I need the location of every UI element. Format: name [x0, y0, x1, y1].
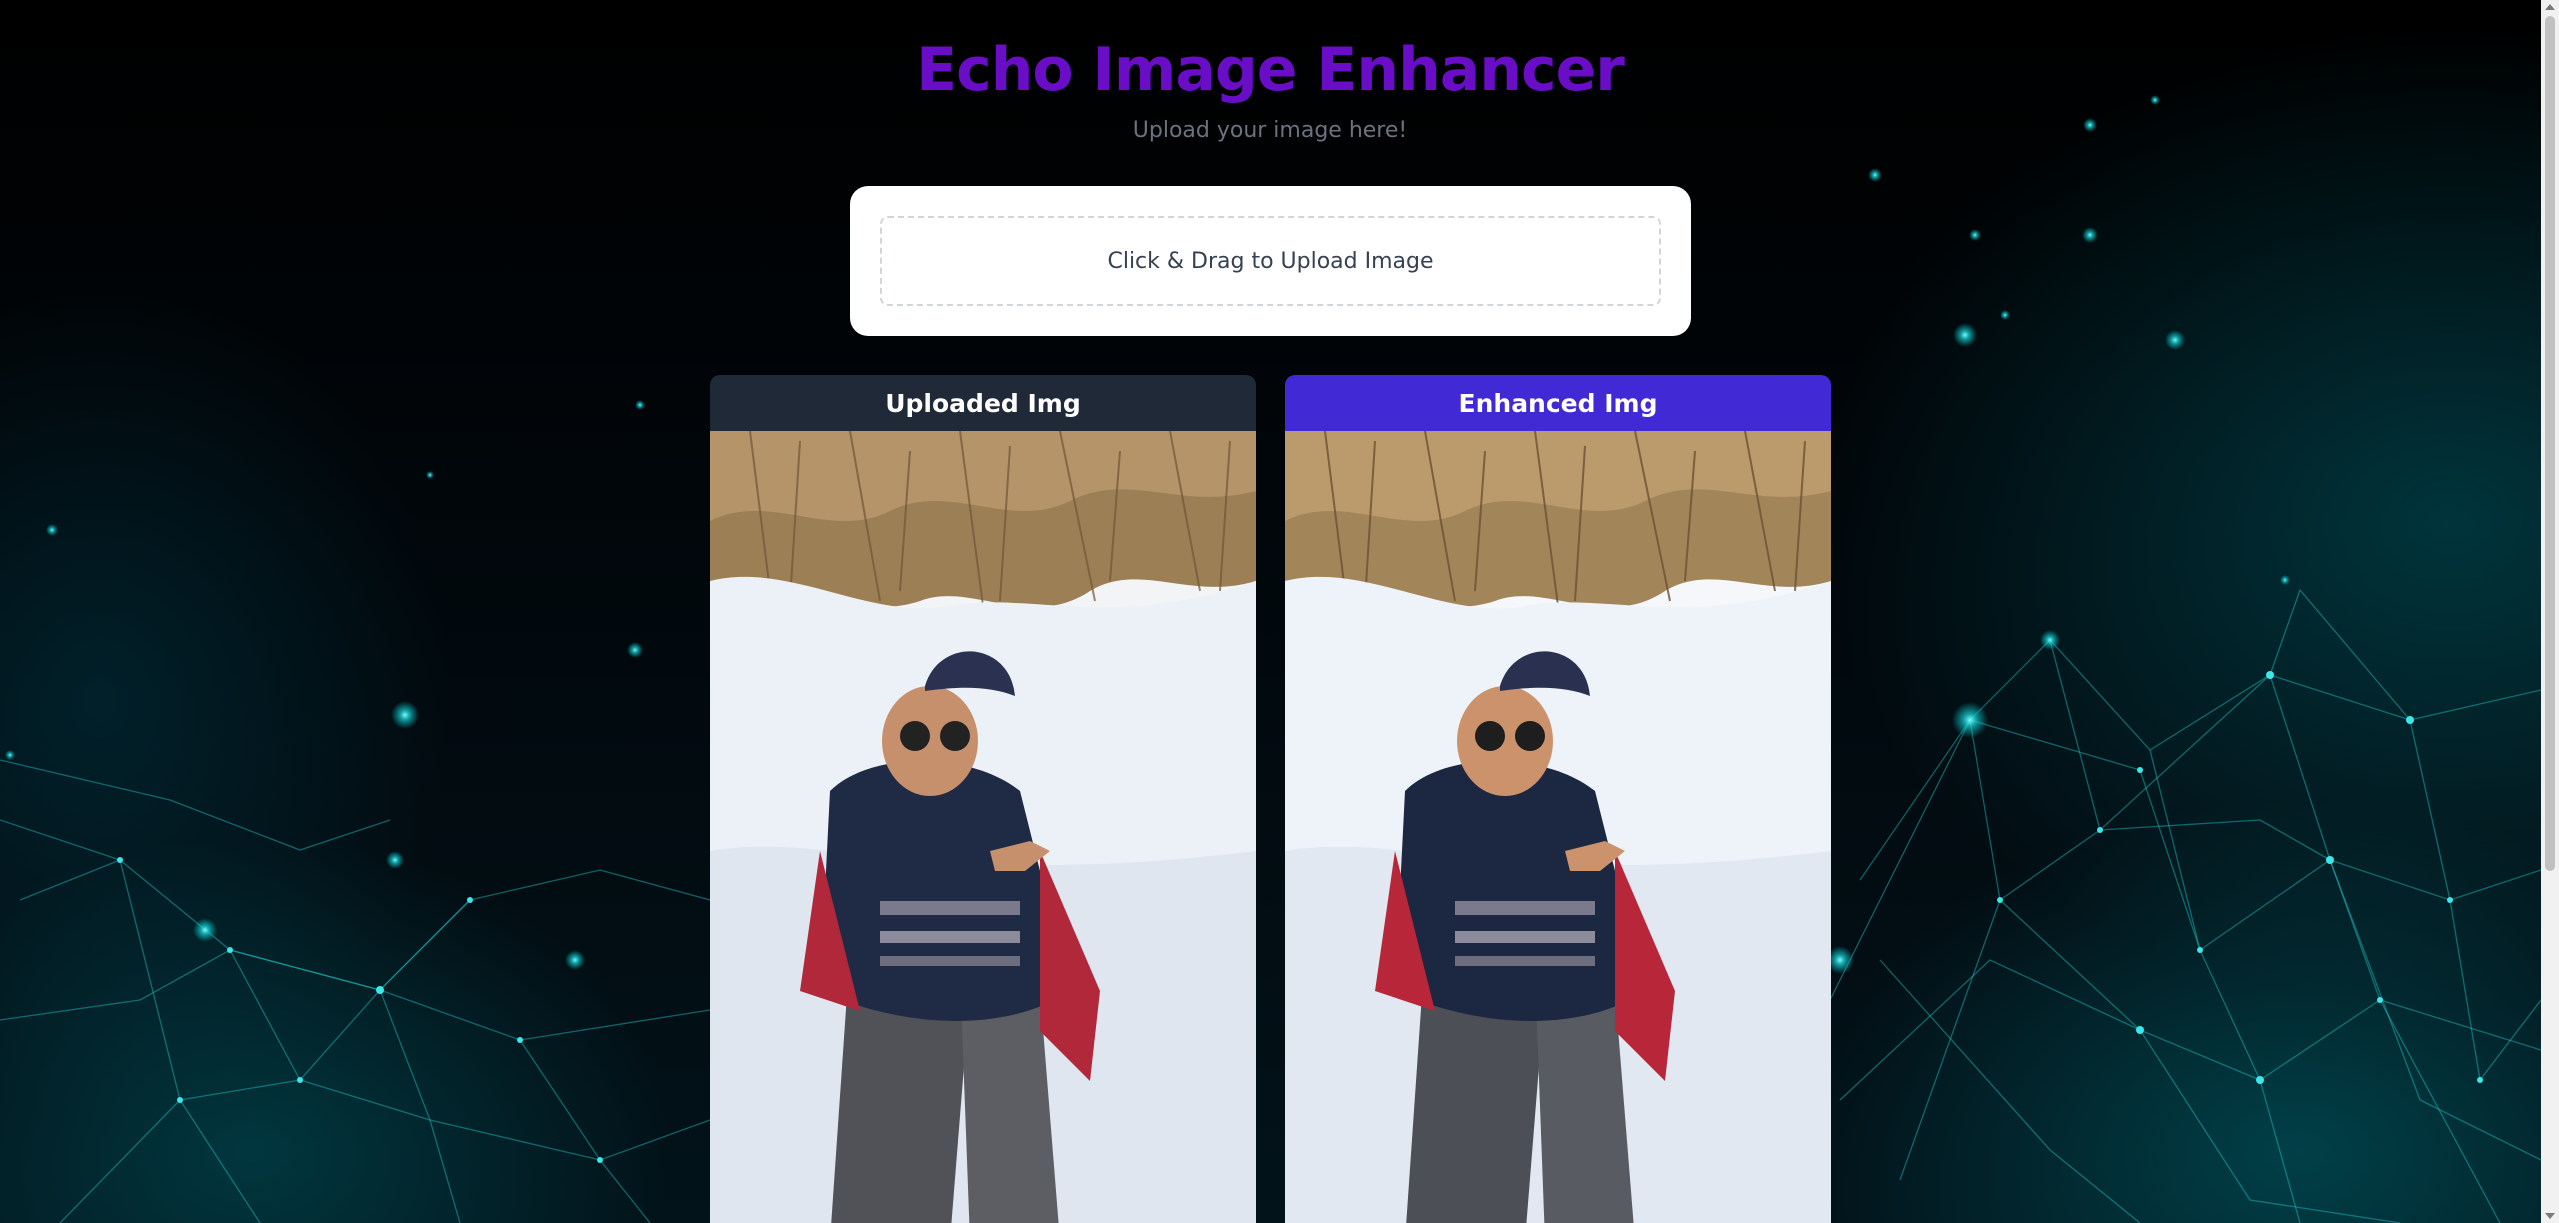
- photo-content: [710, 431, 1256, 1223]
- uploaded-image-panel: Uploaded Img: [710, 375, 1256, 1223]
- page-header: Echo Image Enhancer Upload your image he…: [0, 30, 2540, 146]
- page-scrollbar[interactable]: [2541, 0, 2559, 1223]
- scroll-down-icon[interactable]: [2545, 1213, 2555, 1219]
- enhanced-image-panel: Enhanced Img: [1285, 375, 1831, 1223]
- uploaded-image: [710, 431, 1256, 1223]
- network-background: [0, 95, 2542, 1223]
- enhanced-image: [1285, 431, 1831, 1223]
- scroll-up-icon[interactable]: [2545, 4, 2555, 10]
- uploaded-image-header: Uploaded Img: [710, 375, 1256, 431]
- uploaded-image-label: Uploaded Img: [885, 388, 1081, 418]
- upload-label: Click & Drag to Upload Image: [1107, 248, 1434, 274]
- upload-drop-zone[interactable]: Click & Drag to Upload Image: [880, 216, 1661, 306]
- scroll-thumb[interactable]: [2545, 16, 2555, 871]
- enhanced-image-label: Enhanced Img: [1458, 388, 1658, 418]
- page-title: Echo Image Enhancer: [916, 35, 1625, 105]
- enhanced-image-header: Enhanced Img: [1285, 375, 1831, 431]
- page: Echo Image Enhancer Upload your image he…: [0, 0, 2559, 1223]
- page-subtitle: Upload your image here!: [1132, 118, 1408, 143]
- upload-card: Click & Drag to Upload Image: [850, 186, 1691, 336]
